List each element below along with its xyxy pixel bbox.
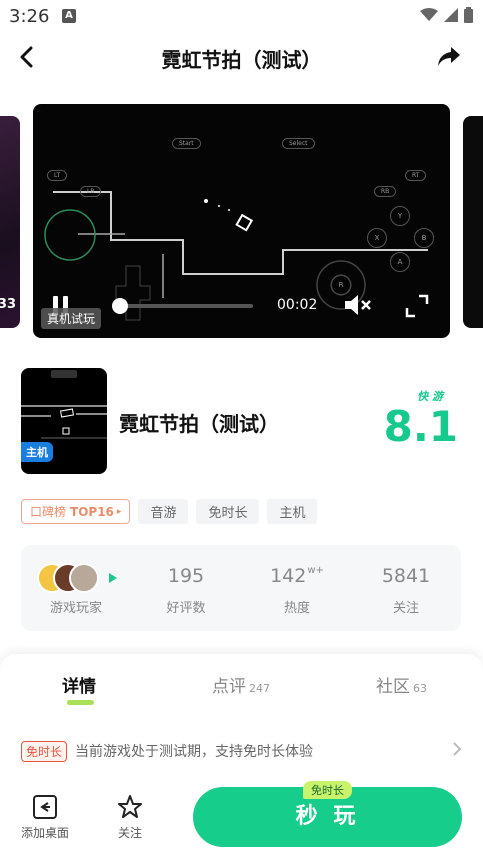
tab-reviews[interactable]: 点评 247	[212, 672, 270, 697]
reviews-label: 好评数	[166, 601, 206, 616]
chevron-right-icon	[453, 742, 461, 756]
real-device-badge: 真机试玩	[41, 308, 102, 329]
rt-button-overlay: RT	[405, 170, 427, 181]
notification-icon: A	[62, 9, 76, 23]
tag-item[interactable]: 免时长	[196, 499, 260, 524]
b-button-overlay: B	[414, 228, 434, 248]
game-score: 8.1	[383, 402, 458, 451]
gameplay-scene	[44, 191, 428, 321]
share-button[interactable]	[433, 41, 465, 73]
tab-community[interactable]: 社区 63	[376, 672, 427, 697]
rank-tag-label: 口碑榜	[30, 505, 67, 519]
star-icon	[118, 795, 142, 818]
prev-item-badge: 33	[0, 297, 16, 312]
status-bar: 3:26 A	[0, 0, 483, 34]
video-progress-bar[interactable]	[112, 298, 253, 314]
add-to-desktop-button[interactable]: 添加桌面	[21, 794, 69, 841]
progress-knob[interactable]	[112, 298, 128, 314]
bottom-action-bar: 添加桌面 关注 秒 玩 免时长	[0, 781, 483, 858]
heat-label: 热度	[283, 601, 310, 616]
add-desktop-icon	[33, 795, 57, 819]
a-button-overlay: A	[390, 252, 410, 272]
page-title: 霓虹节拍（测试）	[161, 48, 322, 72]
tab-count: 63	[413, 682, 427, 695]
rank-tag-arrow-icon: ▸	[116, 506, 122, 517]
tab-label: 详情	[62, 677, 96, 697]
system-icons	[420, 7, 473, 23]
game-info: 主机 霓虹节拍（测试） 快 游 8.1	[0, 368, 483, 478]
notice-text: 当前游戏处于测试期，支持免时长体验	[75, 744, 314, 760]
heat-number: 142	[270, 565, 307, 587]
tab-details[interactable]: 详情	[62, 672, 96, 697]
top-nav: 霓虹节拍（测试）	[0, 34, 483, 80]
host-badge: 主机	[21, 442, 53, 462]
video-time: 00:02	[277, 297, 318, 313]
mute-button[interactable]	[344, 294, 374, 316]
wifi-icon	[420, 8, 438, 21]
heat-unit: w+	[307, 565, 324, 576]
fullscreen-icon	[405, 294, 429, 318]
tag-item[interactable]: 音游	[138, 499, 189, 524]
players-label: 游戏玩家	[49, 601, 102, 616]
tag-item[interactable]: 主机	[267, 499, 318, 524]
game-cover[interactable]: 主机	[21, 368, 107, 474]
y-button-overlay: Y	[390, 206, 410, 226]
lt-button-overlay: LT	[47, 170, 68, 181]
status-time: 3:26	[9, 6, 50, 27]
tab-count: 247	[249, 682, 270, 695]
tab-label: 点评	[212, 677, 246, 697]
tag-list: 口碑榜 TOP16 ▸ 音游 免时长 主机	[21, 499, 318, 524]
free-time-notice[interactable]: 免时长 当前游戏处于测试期，支持免时长体验	[21, 738, 461, 764]
tab-label: 社区	[376, 677, 410, 697]
add-desktop-label: 添加桌面	[21, 826, 70, 840]
carousel-next-item[interactable]	[463, 116, 483, 328]
reviews-count: 195	[167, 565, 205, 587]
free-time-tag: 免时长	[303, 781, 352, 799]
tab-indicator	[67, 700, 94, 705]
share-icon	[438, 47, 460, 66]
play-arrow-icon	[109, 573, 117, 583]
follow-count: 5841	[381, 565, 431, 587]
video-player[interactable]: Start Select LT RT LB RB Y X B A R 00:02	[33, 104, 450, 338]
r-stick-overlay: R	[331, 275, 351, 295]
game-name: 霓虹节拍（测试）	[119, 412, 279, 436]
rank-tag-number: TOP16	[70, 504, 114, 519]
select-button-overlay: Select	[282, 138, 315, 149]
player-avatars[interactable]	[37, 563, 117, 595]
fullscreen-button[interactable]	[405, 294, 429, 318]
signal-icon	[444, 8, 458, 22]
follow-button[interactable]: 关注	[117, 794, 143, 841]
follow-label: 关注	[392, 601, 419, 616]
stats-card: 游戏玩家 195 好评数 142w+ 热度 5841 关注	[21, 545, 461, 631]
carousel-prev-item[interactable]: 33	[0, 116, 20, 328]
follow-label: 关注	[117, 826, 142, 840]
x-button-overlay: X	[367, 228, 387, 248]
notice-badge: 免时长	[21, 740, 68, 762]
volume-mute-icon	[345, 295, 371, 315]
avatar	[69, 563, 99, 593]
rb-button-overlay: RB	[374, 186, 397, 197]
media-carousel[interactable]: 33 Start Select LT RT LB RB Y X B A R 00…	[0, 104, 483, 340]
rank-tag[interactable]: 口碑榜 TOP16 ▸	[21, 499, 131, 524]
start-button-overlay: Start	[172, 138, 201, 149]
game-detail-page: 3:26 A 霓虹节拍（测试） 33 Start Select LT RT LB…	[0, 0, 483, 858]
lb-button-overlay: LB	[80, 186, 102, 197]
battery-icon	[464, 7, 473, 23]
heat-value: 142w+	[257, 565, 337, 587]
